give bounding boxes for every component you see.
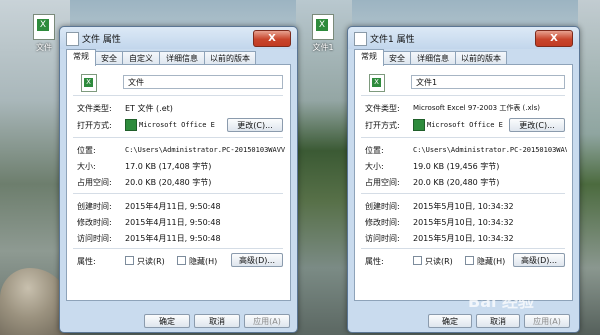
location-label: 位置: [365,146,384,155]
divider [361,95,565,96]
file-name-field[interactable]: 文件1 [411,75,565,89]
cancel-button[interactable]: 取消 [194,314,240,328]
accessed-value: 2015年4月11日, 9:50:48 [125,234,221,243]
created-label: 创建时间: [77,202,112,211]
title-bar[interactable]: 文件1 属性 X [348,27,579,49]
open-with-label: 打开方式: [365,121,400,130]
title-bar[interactable]: 文件 属性 X [60,27,297,49]
window-title: 文件 属性 [82,35,121,45]
accessed-label: 访问时间: [365,234,400,243]
divider [361,193,565,194]
type-value: ET 文件 (.et) [125,104,173,113]
divider [73,137,283,138]
hidden-label: 隐藏(H) [477,257,506,266]
size-value: 17.0 KB (17,408 字节) [125,162,212,171]
close-button[interactable]: X [253,30,291,47]
properties-window-file1: 文件1 属性 X 常规 安全 详细信息 以前的版本 X 文件1 文件类型: Mi… [347,26,580,333]
tab-general[interactable]: 常规 [354,49,384,66]
window-title: 文件1 属性 [370,35,415,45]
document-icon [66,32,79,46]
tab-details[interactable]: 详细信息 [410,51,456,65]
divider [73,95,283,96]
tab-previous-versions[interactable]: 以前的版本 [455,51,507,65]
divider [73,248,283,249]
modified-label: 修改时间: [77,218,112,227]
readonly-checkbox[interactable] [125,256,134,265]
properties-window-file: 文件 属性 X 常规 安全 自定义 详细信息 以前的版本 X 文件 文件类型: … [59,26,298,333]
modified-value: 2015年5月10日, 10:34:32 [413,218,514,227]
apply-button[interactable]: 应用(A) [524,314,570,328]
open-with-value: Microsoft Office E [139,121,215,129]
tab-previous-versions[interactable]: 以前的版本 [204,51,256,65]
cancel-button[interactable]: 取消 [476,314,520,328]
ok-button[interactable]: 确定 [144,314,190,328]
attributes-label: 属性: [365,257,384,266]
desktop-file-label: 文件 [36,43,52,52]
general-panel: X 文件 文件类型: ET 文件 (.et) 打开方式: Microsoft O… [66,64,291,301]
open-with-label: 打开方式: [77,121,112,130]
advanced-button[interactable]: 高级(D)... [231,253,283,267]
type-value: Microsoft Excel 97-2003 工作表 (.xls) [413,104,540,112]
desktop-file1-label: 文件1 [312,43,334,52]
divider [361,137,565,138]
watermark-text: Bai 经验 [468,292,535,311]
divider [73,193,283,194]
desktop-file1-icon[interactable]: X 文件1 [303,14,343,53]
type-label: 文件类型: [77,104,112,113]
tab-security[interactable]: 安全 [95,51,123,65]
hidden-label: 隐藏(H) [189,257,218,266]
location-label: 位置: [77,146,96,155]
size-label: 大小: [77,162,96,171]
location-value: C:\Users\Administrator.PC-20150103WAVV\D… [413,146,567,154]
created-value: 2015年4月11日, 9:50:48 [125,202,221,211]
accessed-label: 访问时间: [77,234,112,243]
excel-file-icon: X [33,14,55,40]
open-with-value: Microsoft Office E [427,121,503,129]
disk-size-value: 20.0 KB (20,480 字节) [125,178,212,187]
document-icon [354,32,367,46]
ok-button[interactable]: 确定 [428,314,472,328]
disk-size-value: 20.0 KB (20,480 字节) [413,178,500,187]
hidden-checkbox[interactable] [177,256,186,265]
disk-size-label: 占用空间: [77,178,112,187]
disk-size-label: 占用空间: [365,178,400,187]
office-app-icon [413,119,425,131]
change-button[interactable]: 更改(C)... [227,118,283,132]
tab-security[interactable]: 安全 [383,51,411,65]
advanced-button[interactable]: 高级(D)... [513,253,565,267]
readonly-checkbox[interactable] [413,256,422,265]
accessed-value: 2015年5月10日, 10:34:32 [413,234,514,243]
created-label: 创建时间: [365,202,400,211]
change-button[interactable]: 更改(C)... [509,118,565,132]
wallpaper-right [578,0,600,335]
excel-file-icon: X [81,74,97,92]
modified-label: 修改时间: [365,218,400,227]
divider [361,248,565,249]
attributes-label: 属性: [77,257,96,266]
excel-file-icon: X [369,74,385,92]
desktop-file-icon[interactable]: X 文件 [24,14,64,53]
office-app-icon [125,119,137,131]
excel-file-icon: X [312,14,334,40]
tab-general[interactable]: 常规 [66,49,96,66]
tab-custom[interactable]: 自定义 [122,51,160,65]
created-value: 2015年5月10日, 10:34:32 [413,202,514,211]
size-label: 大小: [365,162,384,171]
size-value: 19.0 KB (19,456 字节) [413,162,500,171]
hidden-checkbox[interactable] [465,256,474,265]
type-label: 文件类型: [365,104,400,113]
apply-button[interactable]: 应用(A) [244,314,290,328]
close-button[interactable]: X [535,30,573,47]
location-value: C:\Users\Administrator.PC-20150103WAVV\D… [125,146,285,154]
readonly-label: 只读(R) [137,257,165,266]
modified-value: 2015年4月11日, 9:50:48 [125,218,221,227]
file-name-field[interactable]: 文件 [123,75,283,89]
general-panel: X 文件1 文件类型: Microsoft Excel 97-2003 工作表 … [354,64,573,301]
tab-details[interactable]: 详细信息 [159,51,205,65]
readonly-label: 只读(R) [425,257,453,266]
